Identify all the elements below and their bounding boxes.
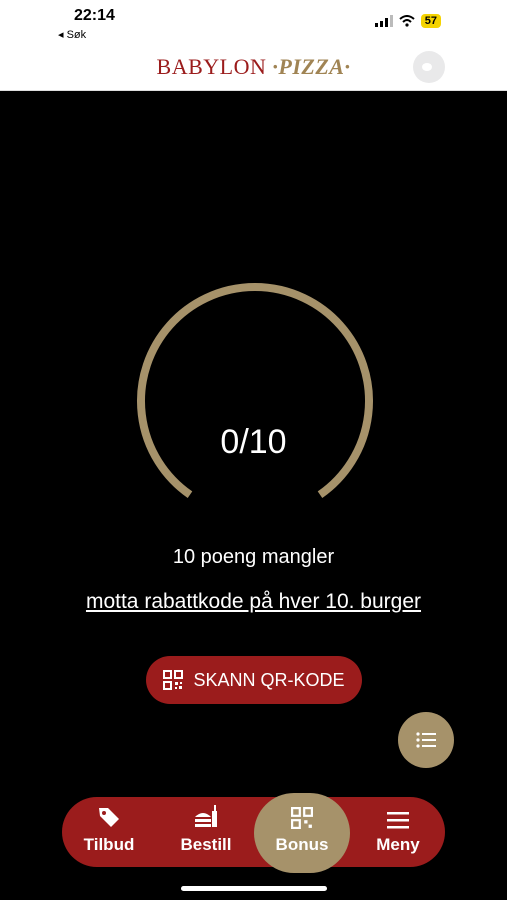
tab-label: Bonus — [275, 835, 329, 854]
progress-count: 0/10 — [220, 423, 287, 461]
home-indicator — [181, 886, 327, 891]
qr-icon — [291, 807, 313, 829]
status-time: 22:14 — [74, 7, 115, 24]
back-to-search-link[interactable]: ◂ Søk — [58, 28, 86, 41]
brand-name: BABYLON — [156, 54, 267, 79]
scan-qr-button[interactable]: SKANN QR-KODE — [146, 656, 362, 704]
progress-ring — [137, 283, 373, 498]
burger-drink-icon — [195, 805, 217, 827]
tab-bonus[interactable]: Bonus — [257, 797, 347, 867]
list-icon — [416, 732, 436, 748]
scan-qr-label: SKANN QR-KODE — [193, 669, 345, 690]
brand-accent: PIZZA — [278, 54, 345, 79]
wifi-icon — [399, 15, 415, 27]
tab-label: Tilbud — [83, 835, 135, 854]
points-missing-text: 10 poeng mangler — [172, 546, 335, 568]
tab-bestill[interactable]: Bestill — [161, 797, 251, 867]
tab-label: Bestill — [180, 835, 232, 854]
profile-avatar[interactable] — [413, 51, 445, 83]
app-header: BABYLON ·PIZZA· — [0, 44, 507, 91]
status-bar: 22:14 ◂ Søk 57 — [0, 0, 507, 44]
history-list-button[interactable] — [398, 712, 454, 768]
tab-tilbud[interactable]: Tilbud — [64, 797, 154, 867]
status-icons: 57 — [374, 14, 441, 28]
tag-icon — [99, 808, 119, 827]
reward-description-link[interactable]: motta rabattkode på hver 10. burger — [0, 590, 507, 614]
signal-icon — [374, 15, 393, 27]
tab-meny[interactable]: Meny — [353, 797, 443, 867]
qr-icon — [163, 670, 184, 690]
tab-label: Meny — [376, 835, 420, 854]
battery-indicator: 57 — [420, 14, 441, 28]
bottom-tab-bar: Tilbud Bestill Bonus Meny — [62, 793, 445, 873]
menu-icon — [387, 812, 409, 829]
